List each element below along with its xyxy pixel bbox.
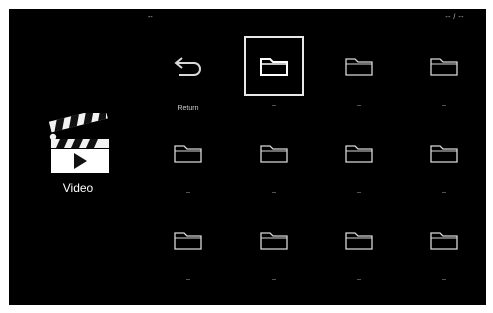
tile-frame	[414, 210, 474, 270]
tile-label: --	[272, 277, 276, 283]
header-left-text: --	[148, 14, 153, 21]
folder-tile[interactable]: --	[157, 123, 221, 203]
folder-icon	[260, 145, 288, 163]
tile-label: --	[357, 190, 361, 196]
tile-label: --	[272, 190, 276, 196]
tile-label: --	[186, 277, 190, 283]
tile-frame	[414, 123, 474, 183]
folder-icon	[430, 58, 458, 76]
tile-label: --	[442, 190, 446, 196]
category-label: Video	[62, 181, 94, 195]
tile-label: --	[442, 277, 446, 283]
folder-tile[interactable]: --	[328, 123, 392, 203]
folder-tile[interactable]: --	[328, 210, 392, 290]
tile-label: Return	[177, 105, 199, 112]
folder-grid: Return -- -- -- -- -- -- -- -- -- -- --	[157, 36, 480, 291]
tile-frame	[329, 36, 389, 96]
tile-frame	[244, 36, 304, 96]
folder-tile[interactable]: --	[243, 123, 307, 203]
folder-tile[interactable]: --	[413, 123, 477, 203]
tile-label: --	[442, 103, 446, 109]
tile-frame	[158, 210, 218, 270]
tile-frame	[158, 36, 218, 96]
folder-tile[interactable]: --	[157, 210, 221, 290]
folder-icon	[260, 58, 288, 76]
clapperboard-icon	[48, 113, 109, 173]
tile-label: --	[357, 277, 361, 283]
folder-tile[interactable]: --	[243, 210, 307, 290]
folder-icon	[430, 145, 458, 163]
category-panel: Video	[39, 113, 117, 195]
tile-frame	[414, 36, 474, 96]
folder-tile-selected[interactable]: --	[243, 36, 307, 116]
folder-tile[interactable]: --	[413, 210, 477, 290]
return-tile[interactable]: Return	[157, 36, 221, 116]
tile-label: --	[186, 190, 190, 196]
media-browser-screen: -- -- / -- Video Return -- -- -- -- -- -…	[9, 9, 486, 305]
folder-tile[interactable]: --	[413, 36, 477, 116]
folder-tile[interactable]: --	[328, 36, 392, 116]
tile-frame	[158, 123, 218, 183]
folder-icon	[345, 58, 373, 76]
page-indicator: -- / --	[445, 14, 464, 21]
tile-frame	[329, 123, 389, 183]
folder-icon	[174, 145, 202, 163]
return-icon	[174, 57, 201, 76]
folder-icon	[345, 232, 373, 250]
tile-label: --	[272, 103, 276, 109]
tile-frame	[244, 210, 304, 270]
folder-icon	[430, 232, 458, 250]
folder-icon	[174, 232, 202, 250]
folder-icon	[345, 145, 373, 163]
tile-frame	[329, 210, 389, 270]
tile-label: --	[357, 103, 361, 109]
tile-frame	[244, 123, 304, 183]
folder-icon	[260, 232, 288, 250]
